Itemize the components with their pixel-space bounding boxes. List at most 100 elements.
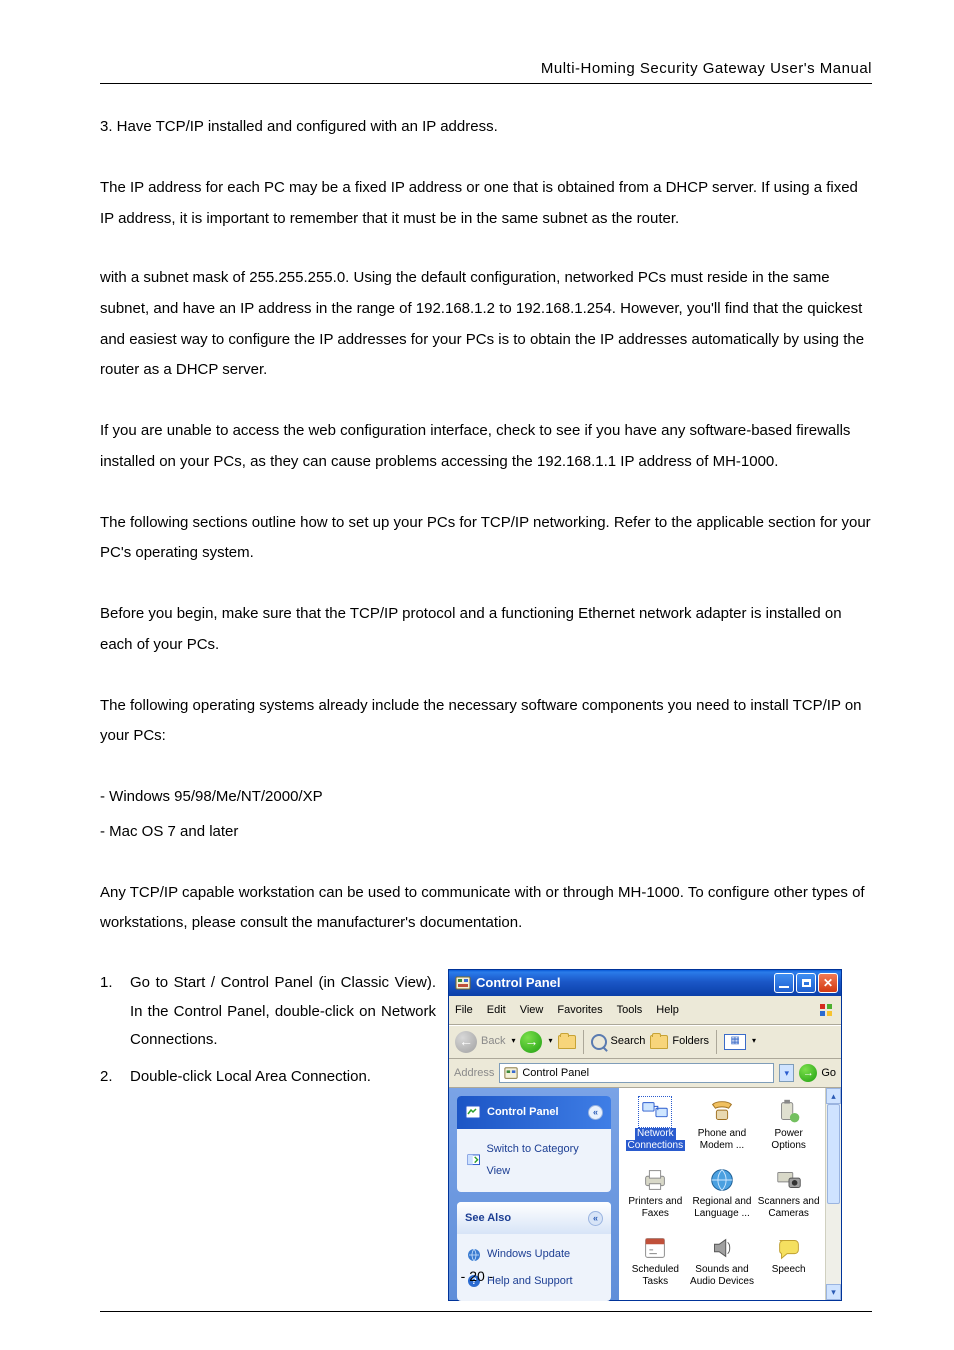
item-phone-modem[interactable]: Phone and Modem ... <box>690 1096 755 1162</box>
back-button[interactable]: ← Back ▾ <box>455 1030 515 1053</box>
header-rule <box>100 83 872 84</box>
page-number: - 20 - <box>0 1268 954 1284</box>
chevron-down-icon: ▾ <box>548 1033 552 1049</box>
item-regional-language[interactable]: Regional and Language ... <box>690 1164 755 1230</box>
link-label: Windows Update <box>487 1243 570 1266</box>
address-dropdown[interactable]: ▾ <box>779 1064 794 1082</box>
collapse-icon[interactable]: « <box>588 1105 603 1120</box>
menu-tools[interactable]: Tools <box>617 999 643 1022</box>
item-printers-faxes[interactable]: Printers and Faxes <box>623 1164 688 1230</box>
step-text: Double-click Local Area Connection. <box>130 1063 436 1092</box>
views-button[interactable]: ▦ ▾ <box>724 1033 756 1049</box>
item-label: Scanners and <box>758 1196 820 1208</box>
paragraph: The IP address for each PC may be a fixe… <box>100 173 872 386</box>
switch-category-view-link[interactable]: Switch to Category View <box>467 1136 601 1185</box>
link-label: Switch to Category View <box>486 1138 601 1183</box>
maximize-button[interactable] <box>796 973 816 993</box>
back-icon: ← <box>455 1031 477 1053</box>
go-button[interactable]: → Go <box>799 1062 836 1085</box>
list-item: - Mac OS 7 and later <box>100 817 872 848</box>
network-connections-icon <box>640 1098 670 1126</box>
close-button[interactable]: ✕ <box>818 973 838 993</box>
forward-button[interactable]: → ▾ <box>520 1031 552 1053</box>
scroll-down-icon[interactable]: ▾ <box>826 1284 841 1300</box>
search-icon <box>591 1034 607 1050</box>
item-speech[interactable]: Speech <box>756 1232 821 1298</box>
paragraph: 3. Have TCP/IP installed and configured … <box>100 112 872 143</box>
search-button[interactable]: Search <box>591 1030 646 1053</box>
toolbar: ← Back ▾ → ▾ Search <box>449 1026 841 1059</box>
item-network-connections[interactable]: Network Connections <box>623 1096 688 1162</box>
paragraph: Any TCP/IP capable workstation can be us… <box>100 878 872 940</box>
item-label: Connections <box>626 1140 686 1152</box>
folders-icon <box>650 1035 668 1049</box>
switch-icon <box>467 1153 480 1167</box>
step-item: 1. Go to Start / Control Panel (in Class… <box>100 969 436 1055</box>
address-label: Address <box>454 1062 494 1085</box>
windows-update-link[interactable]: Windows Update <box>467 1241 601 1268</box>
menu-help[interactable]: Help <box>656 999 679 1022</box>
chevron-down-icon: ▾ <box>752 1033 756 1049</box>
footer-rule <box>100 1311 872 1312</box>
scroll-thumb[interactable] <box>827 1104 840 1204</box>
task-box-see-also: See Also « Windows Update <box>457 1202 611 1302</box>
item-power-options[interactable]: Power Options <box>756 1096 821 1162</box>
up-button[interactable] <box>558 1035 576 1049</box>
item-label: Regional and <box>693 1196 752 1208</box>
control-panel-icon <box>504 1066 518 1080</box>
address-field[interactable]: Control Panel <box>499 1063 774 1083</box>
phone-modem-icon <box>707 1098 737 1126</box>
address-value: Control Panel <box>522 1062 589 1085</box>
item-label: Power Options <box>756 1128 821 1151</box>
power-options-icon <box>774 1098 804 1126</box>
item-sounds-audio[interactable]: Sounds and Audio Devices <box>690 1232 755 1298</box>
menu-view[interactable]: View <box>520 999 544 1022</box>
control-panel-icon <box>465 1104 481 1120</box>
go-label: Go <box>821 1062 836 1085</box>
folders-button[interactable]: Folders <box>650 1030 709 1053</box>
paragraph: The following operating systems already … <box>100 691 872 753</box>
toolbar-separator <box>583 1030 584 1054</box>
title-bar[interactable]: Control Panel ✕ <box>449 970 841 996</box>
item-label: Printers and <box>628 1196 682 1208</box>
task-box-title: See Also <box>465 1207 511 1230</box>
menu-bar: File Edit View Favorites Tools Help <box>449 996 841 1026</box>
forward-icon: → <box>520 1031 542 1053</box>
menu-favorites[interactable]: Favorites <box>557 999 602 1022</box>
step-number: 2. <box>100 1063 130 1092</box>
item-label: Cameras <box>768 1208 809 1220</box>
item-scheduled-tasks[interactable]: Scheduled Tasks <box>623 1232 688 1298</box>
text: The IP address for each PC may be a fixe… <box>100 179 858 227</box>
go-icon: → <box>799 1064 817 1082</box>
folder-up-icon <box>558 1035 576 1049</box>
paragraph: The following sections outline how to se… <box>100 508 872 570</box>
step-item: 2. Double-click Local Area Connection. <box>100 1063 436 1092</box>
menu-file[interactable]: File <box>455 999 473 1022</box>
item-label: Language ... <box>694 1208 750 1220</box>
menu-edit[interactable]: Edit <box>487 999 506 1022</box>
item-label: Faxes <box>642 1208 669 1220</box>
step-number: 1. <box>100 969 130 1055</box>
paragraph: Before you begin, make sure that the TCP… <box>100 599 872 661</box>
windows-flag-icon <box>819 1002 835 1018</box>
item-label: Network <box>635 1128 676 1140</box>
collapse-icon[interactable]: « <box>588 1211 603 1226</box>
control-panel-window: Control Panel ✕ File Edit View Favorites… <box>448 969 842 1301</box>
task-box-control-panel: Control Panel « Switch to Category View <box>457 1096 611 1192</box>
control-panel-icon <box>455 975 471 991</box>
scroll-up-icon[interactable]: ▴ <box>826 1088 841 1104</box>
minimize-button[interactable] <box>774 973 794 993</box>
scanners-cameras-icon <box>774 1166 804 1194</box>
speech-icon <box>774 1234 804 1262</box>
back-label: Back <box>481 1030 505 1053</box>
toolbar-separator <box>716 1030 717 1054</box>
address-bar: Address Control Panel ▾ → Go <box>449 1059 841 1089</box>
printers-faxes-icon <box>640 1166 670 1194</box>
globe-icon <box>467 1248 481 1262</box>
sounds-audio-icon <box>707 1234 737 1262</box>
list-item: - Windows 95/98/Me/NT/2000/XP <box>100 782 872 813</box>
folders-label: Folders <box>672 1030 709 1053</box>
regional-language-icon <box>707 1166 737 1194</box>
item-scanners-cameras[interactable]: Scanners and Cameras <box>756 1164 821 1230</box>
scheduled-tasks-icon <box>640 1234 670 1262</box>
